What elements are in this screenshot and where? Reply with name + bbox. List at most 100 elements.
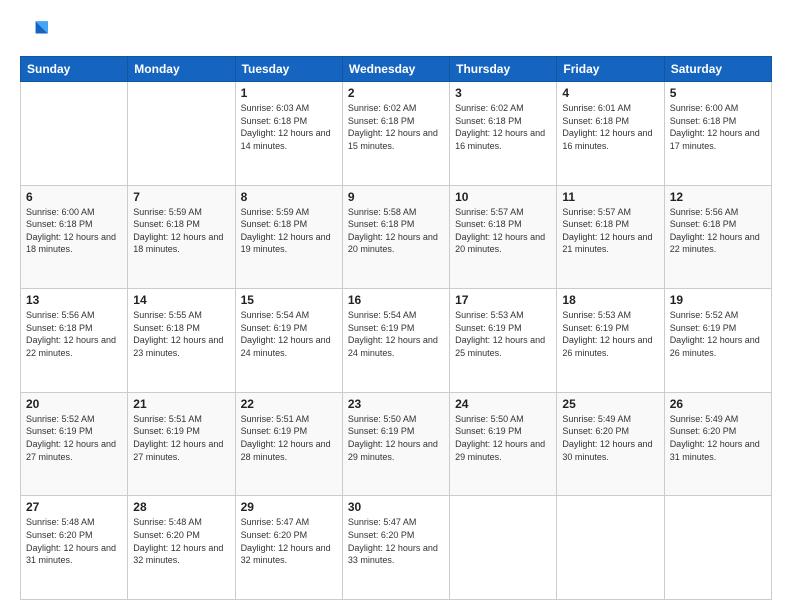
day-info: Sunrise: 5:56 AM Sunset: 6:18 PM Dayligh… (670, 206, 766, 256)
day-info: Sunrise: 6:02 AM Sunset: 6:18 PM Dayligh… (348, 102, 444, 152)
day-number: 7 (133, 190, 229, 204)
calendar-cell (21, 82, 128, 186)
calendar-week-3: 13Sunrise: 5:56 AM Sunset: 6:18 PM Dayli… (21, 289, 772, 393)
day-number: 13 (26, 293, 122, 307)
calendar-cell: 30 Sunrise: 5:47 AM Sunset: 6:20 PM Dayli… (342, 496, 449, 600)
calendar-cell: 27 Sunrise: 5:48 AM Sunset: 6:20 PM Dayli… (21, 496, 128, 600)
day-number: 14 (133, 293, 229, 307)
calendar-header-row: SundayMondayTuesdayWednesdayThursdayFrid… (21, 57, 772, 82)
day-number: 28 (133, 500, 229, 514)
day-number: 8 (241, 190, 337, 204)
calendar-dow-thursday: Thursday (450, 57, 557, 82)
day-info: Sunrise: 5:50 AM Sunset: 6:19 PM Dayligh… (348, 413, 444, 463)
day-info: Sunrise: 5:51 AM Sunset: 6:19 PM Dayligh… (133, 413, 229, 463)
day-info: Sunrise: 5:58 AM Sunset: 6:18 PM Dayligh… (348, 206, 444, 256)
day-info: Sunrise: 5:52 AM Sunset: 6:19 PM Dayligh… (670, 309, 766, 359)
calendar-cell: 23 Sunrise: 5:50 AM Sunset: 6:19 PM Dayli… (342, 392, 449, 496)
day-info: Sunrise: 5:49 AM Sunset: 6:20 PM Dayligh… (562, 413, 658, 463)
logo-icon (20, 18, 48, 46)
day-info: Sunrise: 5:53 AM Sunset: 6:19 PM Dayligh… (562, 309, 658, 359)
calendar-cell: 3 Sunrise: 6:02 AM Sunset: 6:18 PM Daylig… (450, 82, 557, 186)
day-number: 18 (562, 293, 658, 307)
day-info: Sunrise: 6:00 AM Sunset: 6:18 PM Dayligh… (670, 102, 766, 152)
calendar-cell: 8 Sunrise: 5:59 AM Sunset: 6:18 PM Daylig… (235, 185, 342, 289)
calendar-cell: 17 Sunrise: 5:53 AM Sunset: 6:19 PM Dayli… (450, 289, 557, 393)
calendar-cell (450, 496, 557, 600)
day-info: Sunrise: 5:53 AM Sunset: 6:19 PM Dayligh… (455, 309, 551, 359)
calendar-cell: 6 Sunrise: 6:00 AM Sunset: 6:18 PM Daylig… (21, 185, 128, 289)
calendar-week-5: 27 Sunrise: 5:48 AM Sunset: 6:20 PM Dayli… (21, 496, 772, 600)
day-number: 16 (348, 293, 444, 307)
calendar-cell: 18 Sunrise: 5:53 AM Sunset: 6:19 PM Dayli… (557, 289, 664, 393)
day-number: 10 (455, 190, 551, 204)
calendar-cell: 29 Sunrise: 5:47 AM Sunset: 6:20 PM Dayli… (235, 496, 342, 600)
logo (20, 18, 52, 46)
day-info: Sunrise: 5:57 AM Sunset: 6:18 PM Dayligh… (562, 206, 658, 256)
day-info: Sunrise: 6:02 AM Sunset: 6:18 PM Dayligh… (455, 102, 551, 152)
calendar-week-1: 1 Sunrise: 6:03 AM Sunset: 6:18 PM Daylig… (21, 82, 772, 186)
day-info: Sunrise: 5:52 AM Sunset: 6:19 PM Dayligh… (26, 413, 122, 463)
day-number: 3 (455, 86, 551, 100)
day-info: Sunrise: 6:01 AM Sunset: 6:18 PM Dayligh… (562, 102, 658, 152)
calendar-cell: 10 Sunrise: 5:57 AM Sunset: 6:18 PM Dayli… (450, 185, 557, 289)
day-number: 17 (455, 293, 551, 307)
calendar-cell: 26Sunrise: 5:49 AM Sunset: 6:20 PM Dayli… (664, 392, 771, 496)
day-info: Sunrise: 6:00 AM Sunset: 6:18 PM Dayligh… (26, 206, 122, 256)
day-info: Sunrise: 5:47 AM Sunset: 6:20 PM Dayligh… (348, 516, 444, 566)
day-number: 11 (562, 190, 658, 204)
calendar-dow-friday: Friday (557, 57, 664, 82)
calendar-cell: 12 Sunrise: 5:56 AM Sunset: 6:18 PM Dayli… (664, 185, 771, 289)
day-number: 5 (670, 86, 766, 100)
calendar-cell: 4 Sunrise: 6:01 AM Sunset: 6:18 PM Daylig… (557, 82, 664, 186)
day-info: Sunrise: 5:47 AM Sunset: 6:20 PM Dayligh… (241, 516, 337, 566)
calendar-cell: 20Sunrise: 5:52 AM Sunset: 6:19 PM Dayli… (21, 392, 128, 496)
page: SundayMondayTuesdayWednesdayThursdayFrid… (0, 0, 792, 612)
calendar-cell: 5 Sunrise: 6:00 AM Sunset: 6:18 PM Daylig… (664, 82, 771, 186)
day-number: 9 (348, 190, 444, 204)
calendar-table: SundayMondayTuesdayWednesdayThursdayFrid… (20, 56, 772, 600)
calendar-dow-wednesday: Wednesday (342, 57, 449, 82)
day-info: Sunrise: 5:55 AM Sunset: 6:18 PM Dayligh… (133, 309, 229, 359)
day-number: 2 (348, 86, 444, 100)
header (20, 18, 772, 46)
day-number: 12 (670, 190, 766, 204)
day-number: 29 (241, 500, 337, 514)
day-info: Sunrise: 6:03 AM Sunset: 6:18 PM Dayligh… (241, 102, 337, 152)
day-number: 24 (455, 397, 551, 411)
day-info: Sunrise: 5:50 AM Sunset: 6:19 PM Dayligh… (455, 413, 551, 463)
day-number: 23 (348, 397, 444, 411)
day-number: 27 (26, 500, 122, 514)
calendar-dow-sunday: Sunday (21, 57, 128, 82)
calendar-cell: 25Sunrise: 5:49 AM Sunset: 6:20 PM Dayli… (557, 392, 664, 496)
day-info: Sunrise: 5:49 AM Sunset: 6:20 PM Dayligh… (670, 413, 766, 463)
calendar-cell: 13Sunrise: 5:56 AM Sunset: 6:18 PM Dayli… (21, 289, 128, 393)
day-number: 30 (348, 500, 444, 514)
calendar-cell: 24 Sunrise: 5:50 AM Sunset: 6:19 PM Dayli… (450, 392, 557, 496)
day-info: Sunrise: 5:48 AM Sunset: 6:20 PM Dayligh… (26, 516, 122, 566)
calendar-cell: 19 Sunrise: 5:52 AM Sunset: 6:19 PM Dayli… (664, 289, 771, 393)
day-number: 6 (26, 190, 122, 204)
calendar-week-4: 20Sunrise: 5:52 AM Sunset: 6:19 PM Dayli… (21, 392, 772, 496)
calendar-cell: 11 Sunrise: 5:57 AM Sunset: 6:18 PM Dayli… (557, 185, 664, 289)
day-number: 22 (241, 397, 337, 411)
calendar-cell: 14 Sunrise: 5:55 AM Sunset: 6:18 PM Dayli… (128, 289, 235, 393)
calendar-cell: 15 Sunrise: 5:54 AM Sunset: 6:19 PM Dayli… (235, 289, 342, 393)
calendar-week-2: 6 Sunrise: 6:00 AM Sunset: 6:18 PM Daylig… (21, 185, 772, 289)
calendar-cell: 9 Sunrise: 5:58 AM Sunset: 6:18 PM Daylig… (342, 185, 449, 289)
day-number: 21 (133, 397, 229, 411)
day-number: 15 (241, 293, 337, 307)
day-number: 4 (562, 86, 658, 100)
day-info: Sunrise: 5:59 AM Sunset: 6:18 PM Dayligh… (133, 206, 229, 256)
calendar-cell: 7 Sunrise: 5:59 AM Sunset: 6:18 PM Daylig… (128, 185, 235, 289)
day-number: 19 (670, 293, 766, 307)
calendar-cell (128, 82, 235, 186)
calendar-dow-saturday: Saturday (664, 57, 771, 82)
calendar-cell: 1 Sunrise: 6:03 AM Sunset: 6:18 PM Daylig… (235, 82, 342, 186)
day-info: Sunrise: 5:57 AM Sunset: 6:18 PM Dayligh… (455, 206, 551, 256)
day-number: 1 (241, 86, 337, 100)
day-info: Sunrise: 5:48 AM Sunset: 6:20 PM Dayligh… (133, 516, 229, 566)
day-info: Sunrise: 5:54 AM Sunset: 6:19 PM Dayligh… (241, 309, 337, 359)
day-info: Sunrise: 5:59 AM Sunset: 6:18 PM Dayligh… (241, 206, 337, 256)
calendar-cell: 21 Sunrise: 5:51 AM Sunset: 6:19 PM Dayli… (128, 392, 235, 496)
day-info: Sunrise: 5:51 AM Sunset: 6:19 PM Dayligh… (241, 413, 337, 463)
